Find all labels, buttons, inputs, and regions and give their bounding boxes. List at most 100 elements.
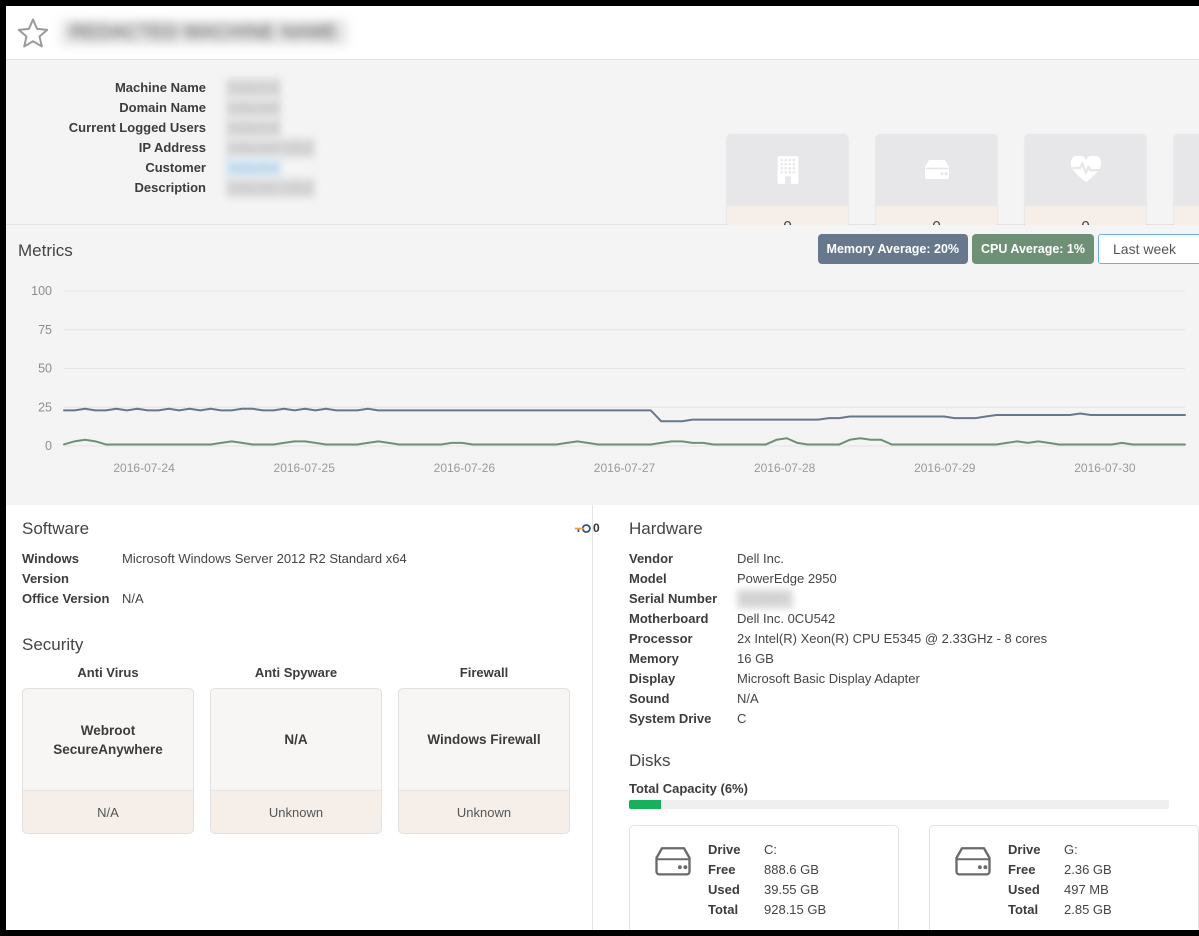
device-info-fields: Machine Name redacted Domain Name redacted C… (6, 78, 706, 224)
hardware-value: N/A (737, 691, 759, 706)
disk-label: Drive (708, 842, 741, 857)
software-title: Software (22, 519, 90, 538)
hardware-value: Dell Inc. (737, 551, 784, 566)
hardware-title: Hardware (629, 519, 703, 538)
info-value[interactable]: redacted (226, 158, 281, 178)
detail-row: Processor 2x Intel(R) Xeon(R) CPU E5345 @… (629, 629, 1199, 649)
hardware-value: 2x Intel(R) Xeon(R) CPU E5345 @ 2.33GHz … (737, 631, 1048, 646)
software-section: Software Windows Version Microsoft Window… (22, 519, 600, 609)
info-label: Customer (145, 160, 206, 175)
hardware-value: PowerEdge 2950 (737, 571, 837, 586)
disk-value: C: (764, 842, 777, 857)
detail-row: Free 2.36 GB (1008, 860, 1198, 880)
hardware-disks-column: Hardware Vendor Dell Inc. Model PowerEdge 2… (593, 505, 1199, 930)
software-security-column: Software Windows Version Microsoft Window… (6, 505, 600, 930)
page-header: REDACTED MACHINE NAME (6, 6, 1199, 60)
disk-cards: Drive C: Free 888.6 GB Used 39.55 GB Total 928.… (629, 825, 1199, 930)
security-status: Unknown (211, 790, 381, 833)
detail-row: Used 497 MB (1008, 880, 1198, 900)
info-value: redacted value (226, 138, 316, 158)
metrics-title: Metrics (18, 241, 73, 260)
svg-text:75: 75 (38, 323, 52, 337)
detail-row: Total 928.15 GB (708, 900, 898, 920)
metrics-header: Metrics Memory Average: 20% CPU Average:… (6, 225, 1199, 277)
info-label: Current Logged Users (68, 120, 206, 135)
svg-text:100: 100 (31, 284, 52, 298)
disk-label: Used (708, 882, 740, 897)
svg-text:2016-07-27: 2016-07-27 (594, 461, 656, 475)
security-card[interactable]: Windows Firewall Unknown (398, 688, 570, 834)
security-status: Unknown (399, 790, 569, 833)
info-label: Domain Name (119, 100, 206, 115)
svg-text:2016-07-25: 2016-07-25 (274, 461, 336, 475)
disk-info: Drive G: Free 2.36 GB Used 497 MB Total 2.85 GB (1002, 840, 1198, 920)
info-label: IP Address (138, 140, 206, 155)
security-product-name: Webroot SecureAnywhere (53, 722, 163, 757)
device-detail-page: REDACTED MACHINE NAME Machine Name redact… (6, 6, 1199, 930)
svg-text:0: 0 (45, 439, 52, 453)
info-value: redacted (226, 78, 281, 98)
redacted-value: redacted value (226, 138, 316, 158)
detail-columns: Software Windows Version Microsoft Window… (6, 505, 1199, 930)
detail-row: Free 888.6 GB (708, 860, 898, 880)
hardware-value: C (737, 711, 747, 726)
security-card-column: Firewall Windows Firewall Unknown (398, 665, 570, 834)
detail-row: Office Version N/A (22, 589, 592, 609)
period-select[interactable]: Last week (1098, 234, 1199, 264)
software-rows: Windows Version Microsoft Windows Server … (22, 549, 592, 609)
cpu-average-badge[interactable]: CPU Average: 1% (972, 234, 1094, 264)
detail-row: Total 2.85 GB (1008, 900, 1198, 920)
hardware-label: System Drive (629, 711, 712, 726)
info-label: Machine Name (114, 80, 206, 95)
server-rack-icon (727, 134, 848, 206)
hardware-label: Memory (629, 651, 679, 666)
license-key-icon (574, 523, 591, 533)
security-card-column: Anti Virus Webroot SecureAnywhere N/A (22, 665, 194, 834)
memory-average-badge[interactable]: Memory Average: 20% (817, 234, 969, 264)
info-row: Domain Name redacted (6, 98, 706, 118)
info-value: redacted value (226, 178, 316, 198)
hardware-label: Serial Number (629, 591, 718, 606)
disk-value: 2.85 GB (1064, 902, 1112, 917)
hard-drive-icon (876, 134, 997, 206)
hardware-value: Dell Inc. 0CU542 (737, 611, 836, 626)
metrics-chart-svg: 0 25 50 75 100 2016-07-24 2016-07-25 2016-07-26… (31, 284, 1186, 475)
security-card[interactable]: Webroot SecureAnywhere N/A (22, 688, 194, 834)
disk-value: G: (1064, 842, 1078, 857)
detail-row: Serial Number 4S00901 (629, 589, 1199, 609)
hardware-label: Vendor (629, 551, 674, 566)
redacted-value: redacted (226, 158, 281, 178)
app-window: REDACTED MACHINE NAME Machine Name redact… (0, 0, 1199, 936)
hardware-value: Microsoft Basic Display Adapter (737, 671, 920, 686)
security-product-name: N/A (284, 732, 308, 747)
disk-label: Drive (1008, 842, 1041, 857)
disk-label: Total (708, 902, 739, 917)
disk-card[interactable]: Drive G: Free 2.36 GB Used 497 MB Total 2.85 GB (929, 825, 1199, 930)
favorite-star-icon[interactable] (14, 14, 52, 52)
info-row: IP Address redacted value (6, 138, 706, 158)
disk-label: Free (1008, 862, 1036, 877)
detail-row: Display Microsoft Basic Display Adapter (629, 669, 1199, 689)
device-summary-panel: Machine Name redacted Domain Name redacted C… (6, 60, 1199, 246)
detail-row: Drive G: (1008, 840, 1198, 860)
heartbeat-icon (1025, 134, 1146, 206)
detail-row: System Drive C (629, 709, 1199, 729)
svg-text:25: 25 (38, 400, 52, 414)
svg-text:2016-07-26: 2016-07-26 (434, 461, 496, 475)
license-count-indicator: 0 (574, 521, 600, 535)
disk-value: 928.15 GB (764, 902, 827, 917)
security-card[interactable]: N/A Unknown (210, 688, 382, 834)
disk-label: Free (708, 862, 736, 877)
security-card-header: Anti Virus (77, 665, 139, 680)
hardware-value: 4S00901 (737, 589, 794, 609)
security-title: Security (22, 635, 84, 654)
detail-row: Sound N/A (629, 689, 1199, 709)
security-card-column: Anti Spyware N/A Unknown (210, 665, 382, 834)
hardware-value: 16 GB (737, 651, 774, 666)
hardware-label: Display (629, 671, 676, 686)
detail-row: Model PowerEdge 2950 (629, 569, 1199, 589)
info-row: Customer redacted (6, 158, 706, 178)
metrics-chart: 0 25 50 75 100 2016-07-24 2016-07-25 2016-07-26… (6, 277, 1189, 492)
disk-card[interactable]: Drive C: Free 888.6 GB Used 39.55 GB Total 928.… (629, 825, 899, 930)
software-label: Office Version (22, 591, 110, 606)
